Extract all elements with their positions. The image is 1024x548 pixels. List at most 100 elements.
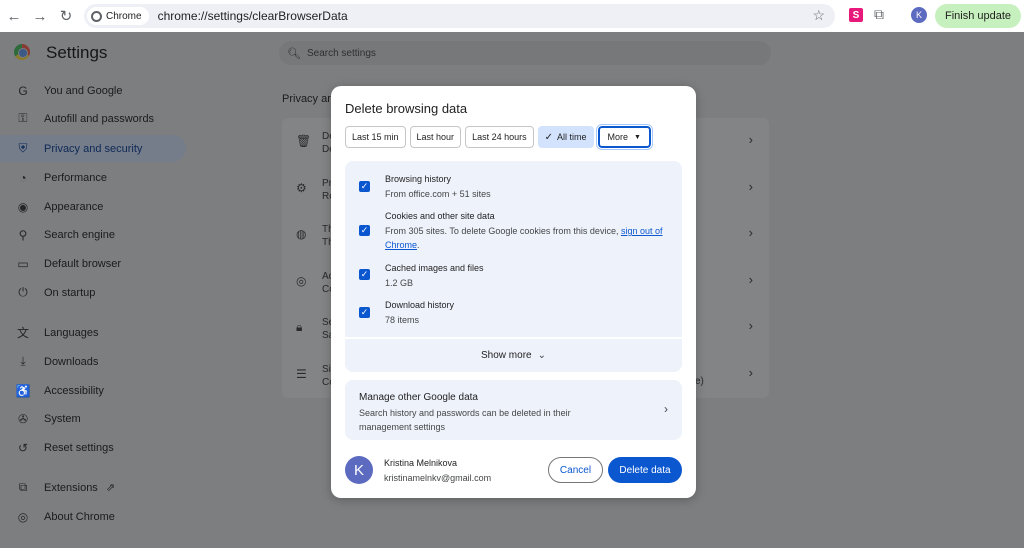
show-more-label: Show more [481, 350, 532, 361]
range-last-hour[interactable]: Last hour [409, 126, 462, 148]
sidebar-item-label: About Chrome [44, 510, 115, 523]
item-title: Cookies and other site data [385, 211, 495, 221]
sidebar-item-label: System [44, 412, 81, 425]
show-more-button[interactable]: Show more ⌄ [345, 339, 682, 372]
browser-window-icon: ▭ [17, 256, 29, 271]
address-bar[interactable]: Chrome chrome://settings/clearBrowserDat… [84, 4, 835, 28]
item-title: Cached images and files [385, 263, 484, 273]
checkbox-browsing-history[interactable]: ✓ [359, 181, 370, 192]
puzzle-icon: ⧉ [18, 480, 28, 494]
sidebar-item-label: Downloads [44, 355, 99, 368]
sidebar-item-extensions[interactable]: ⧉ Extensions ⇗ [0, 474, 186, 501]
sidebar-item-on-startup[interactable]: ⏻ On startup [0, 279, 186, 306]
page-title: Settings [46, 43, 108, 62]
sliders-icon: ☰ [296, 367, 307, 381]
chevron-right-icon: › [748, 318, 753, 333]
checkmark-icon: ✓ [544, 131, 553, 143]
speedometer-icon: ◔ [19, 170, 27, 185]
item-title: Browsing history [385, 174, 452, 184]
sidebar-item-label: Performance [44, 171, 107, 184]
sidebar-item-performance[interactable]: ◔ Performance [0, 164, 186, 191]
sidebar-item-label: Languages [44, 326, 99, 339]
site-chip-label: Chrome [106, 10, 142, 22]
back-icon[interactable]: ← [2, 4, 26, 28]
sidebar-item-label: On startup [44, 286, 96, 299]
sidebar-item-privacy[interactable]: ⛨ Privacy and security [0, 135, 186, 162]
sidebar-item-appearance[interactable]: ◉ Appearance [0, 193, 186, 220]
external-link-icon: ⇗ [105, 482, 116, 494]
caret-down-icon: ▼ [634, 133, 641, 141]
chrome-logo-icon [14, 44, 30, 60]
shield-icon: ⛨ [18, 141, 28, 155]
url-text[interactable]: chrome://settings/clearBrowserData [158, 9, 348, 23]
accessibility-icon: ♿ [15, 383, 31, 398]
sidebar-item-label: Extensions [44, 481, 98, 494]
cookie-icon: ◍ [296, 227, 307, 241]
chevron-right-icon: › [748, 132, 753, 147]
sidebar-item-label: You and Google [44, 84, 123, 97]
translate-icon: 文 [16, 326, 29, 340]
sidebar-item-accessibility[interactable]: ♿ Accessibility [0, 377, 186, 404]
range-all-time[interactable]: ✓ All time [537, 126, 594, 148]
forward-icon[interactable]: → [28, 4, 52, 28]
key-icon: ⚿ [18, 111, 28, 125]
chevron-down-icon: ⌄ [537, 350, 546, 361]
time-range-selector: Last 15 min Last hour Last 24 hours ✓ All… [345, 125, 652, 149]
cancel-button[interactable]: Cancel [548, 457, 603, 483]
power-icon: ⏻ [18, 285, 28, 299]
manage-title: Manage other Google data [359, 392, 478, 403]
ad-privacy-icon: ◎ [296, 274, 307, 288]
browser-toolbar: ← → ↻ Chrome chrome://settings/clearBrow… [0, 0, 1024, 32]
sidebar-item-downloads[interactable]: ⤓ Downloads [0, 348, 186, 375]
sidebar-item-you-and-google[interactable]: G You and Google [0, 77, 186, 104]
sidebar-item-label: Reset settings [44, 441, 114, 454]
checkbox-download-history[interactable]: ✓ [359, 307, 370, 318]
range-last-24-hours[interactable]: Last 24 hours [465, 126, 534, 148]
checkbox-cached-images[interactable]: ✓ [359, 269, 370, 280]
history-icon: ↺ [17, 440, 29, 455]
search-settings-input[interactable]: 🔍︎ Search settings [279, 41, 771, 65]
extensions-puzzle-icon[interactable]: ⧉ [874, 6, 884, 23]
finish-update-button[interactable]: Finish update [935, 4, 1021, 28]
item-desc: 1.2 GB [385, 278, 414, 288]
trash-icon: 🗑︎ [296, 134, 312, 148]
sidebar-item-reset-settings[interactable]: ↺ Reset settings [0, 434, 186, 461]
range-last-15-min[interactable]: Last 15 min [345, 126, 406, 148]
range-label: Last 15 min [352, 132, 399, 142]
item-desc: From 305 sites. To delete Google cookies… [385, 224, 670, 252]
extension-s-icon[interactable]: S [849, 8, 863, 22]
sidebar-item-default-browser[interactable]: ▭ Default browser [0, 250, 186, 277]
settings-header: Settings 🔍︎ Search settings [0, 32, 1024, 74]
range-label: Last 24 hours [472, 132, 527, 142]
download-icon: ⤓ [20, 354, 26, 368]
manage-desc: Search history and passwords can be dele… [359, 408, 571, 432]
site-chip[interactable]: Chrome [87, 7, 149, 25]
section-title: Privacy ar [282, 93, 331, 105]
bookmark-star-icon[interactable]: ☆ [812, 7, 825, 24]
chevron-right-icon: › [748, 225, 753, 240]
item-desc-text: From 305 sites. To delete Google cookies… [385, 226, 621, 236]
reload-icon[interactable]: ↻ [54, 4, 78, 28]
manage-google-data-row[interactable]: Manage other Google data Search history … [345, 380, 682, 440]
profile-avatar[interactable]: K [911, 7, 927, 23]
sidebar-item-autofill[interactable]: ⚿ Autofill and passwords [0, 105, 186, 132]
sidebar-item-about-chrome[interactable]: ◎ About Chrome [0, 503, 186, 530]
dialog-title: Delete browsing data [345, 101, 468, 116]
wrench-icon: ✇ [17, 411, 29, 426]
range-more-dropdown[interactable]: More ▼ [596, 125, 652, 149]
sidebar-item-label: Search engine [44, 228, 115, 241]
palette-icon: ◉ [17, 199, 29, 214]
sidebar-item-label: Accessibility [44, 384, 104, 397]
search-icon: 🔍︎ [287, 47, 301, 60]
chrome-icon [91, 10, 102, 22]
checkbox-cookies[interactable]: ✓ [359, 225, 370, 236]
chevron-right-icon: › [748, 365, 753, 380]
sidebar-item-search-engine[interactable]: ⚲ Search engine [0, 221, 186, 248]
guide-icon: ⚙ [296, 181, 307, 195]
range-label: Last hour [416, 132, 455, 142]
sidebar-item-system[interactable]: ✇ System [0, 405, 186, 432]
delete-data-button[interactable]: Delete data [608, 457, 682, 483]
account-email: kristinamelnkv@gmail.com [384, 473, 492, 483]
lock-icon: 🔒︎ [296, 320, 303, 334]
sidebar-item-languages[interactable]: 文 Languages [0, 319, 186, 346]
